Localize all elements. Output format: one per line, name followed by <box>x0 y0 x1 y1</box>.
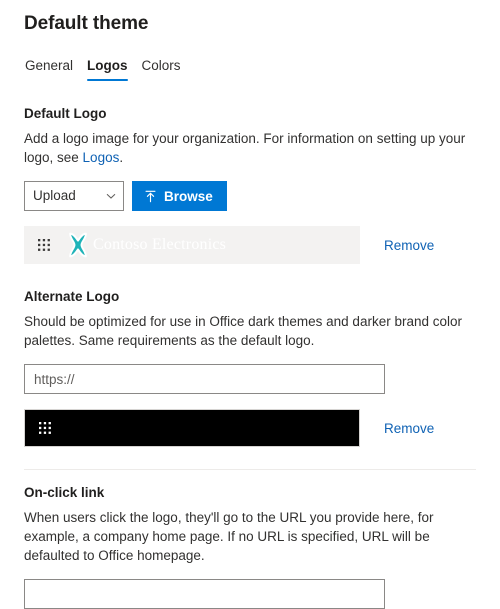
default-logo-label: Default Logo <box>24 106 107 121</box>
remove-alternate-logo-link[interactable]: Remove <box>384 421 434 436</box>
on-click-link-label: On-click link <box>24 485 105 500</box>
logo-source-dropdown[interactable]: Upload <box>24 181 124 211</box>
default-logo-description: Add a logo image for your organization. … <box>24 129 476 167</box>
alternate-logo-preview <box>24 409 360 447</box>
drag-grip-icon[interactable] <box>36 237 52 253</box>
on-click-link-url-input[interactable] <box>24 579 385 609</box>
logos-help-link[interactable]: Logos <box>83 150 120 165</box>
default-logo-description-period: . <box>119 150 124 165</box>
page-title: Default theme <box>24 13 149 34</box>
alternate-logo-url-input[interactable] <box>24 364 385 394</box>
drag-grip-icon[interactable] <box>37 420 53 436</box>
alternate-logo-preview-row: Remove <box>24 409 476 447</box>
default-logo-preview-row: Contoso Electronics Remove <box>24 226 476 264</box>
upload-icon <box>145 190 156 202</box>
on-click-link-section: On-click link When users click the logo,… <box>24 484 476 609</box>
alternate-logo-section: Alternate Logo Should be optimized for u… <box>24 288 476 447</box>
chevron-down-icon <box>106 193 116 199</box>
default-logo-preview: Contoso Electronics <box>24 226 360 264</box>
tab-logos[interactable]: Logos <box>86 57 129 81</box>
browse-button[interactable]: Browse <box>132 181 227 211</box>
section-divider <box>24 469 476 470</box>
on-click-link-description: When users click the logo, they'll go to… <box>24 510 434 563</box>
contoso-logo-icon <box>69 232 87 258</box>
browse-button-label: Browse <box>164 188 213 204</box>
theme-settings-panel: Default theme General Logos Colors Defau… <box>0 0 500 609</box>
alternate-logo-label: Alternate Logo <box>24 289 120 304</box>
default-logo-controls: Upload Browse <box>24 181 476 211</box>
tab-general[interactable]: General <box>24 57 74 81</box>
logo-source-value: Upload <box>33 188 76 203</box>
tab-colors[interactable]: Colors <box>141 57 182 81</box>
alternate-logo-description: Should be optimized for use in Office da… <box>24 314 462 348</box>
remove-default-logo-link[interactable]: Remove <box>384 238 434 253</box>
tab-bar: General Logos Colors <box>24 57 476 81</box>
contoso-wordmark: Contoso Electronics <box>93 236 227 253</box>
default-logo-section: Default Logo Add a logo image for your o… <box>24 105 476 264</box>
